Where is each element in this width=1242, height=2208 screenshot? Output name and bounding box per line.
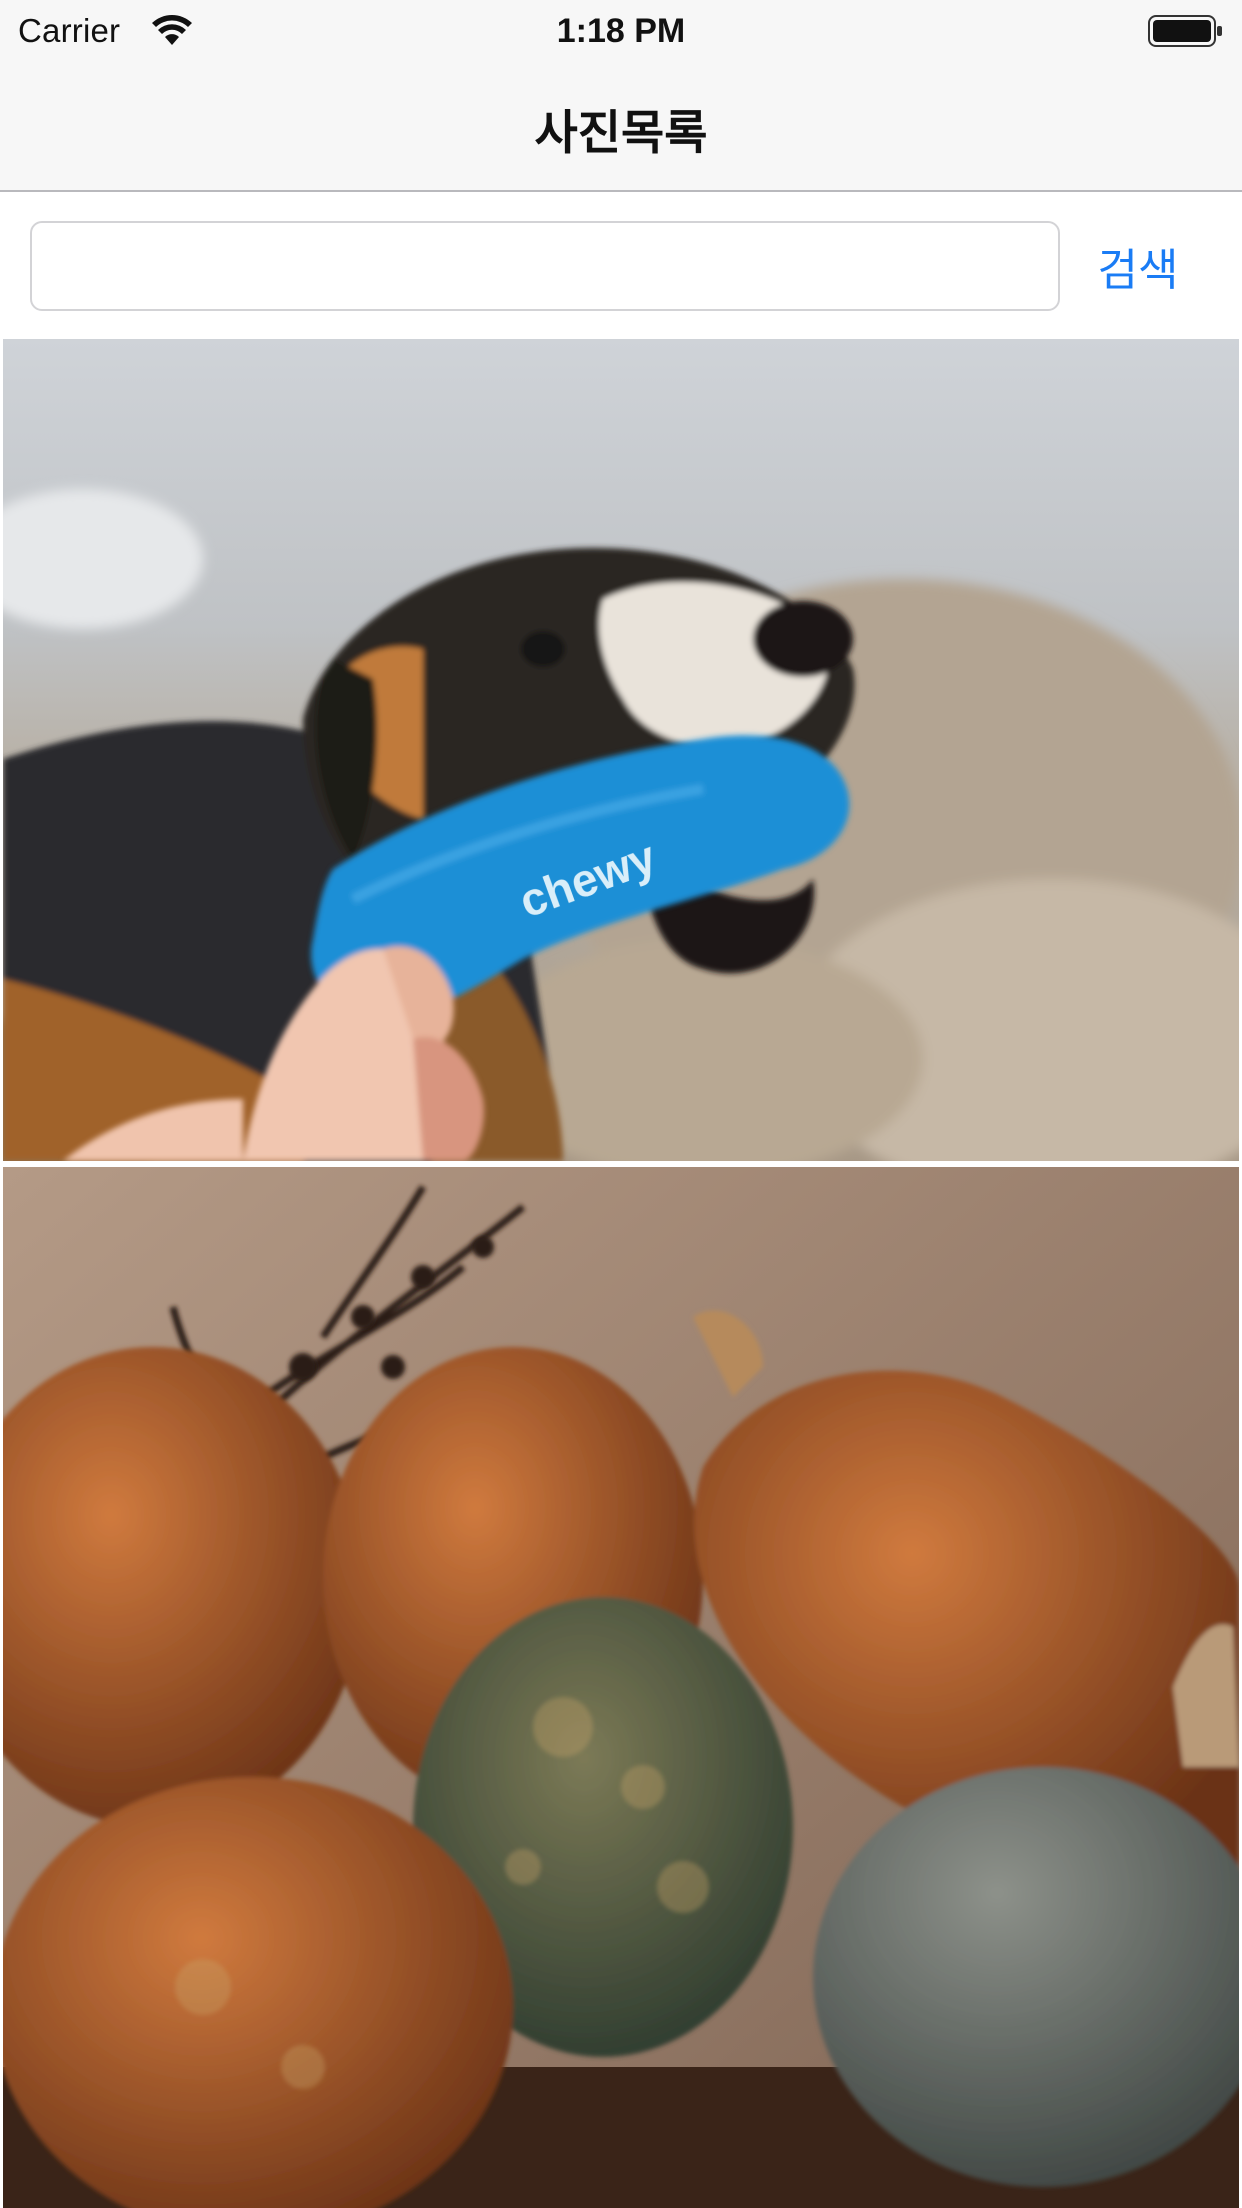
photo-item-pumpkins[interactable] bbox=[3, 1167, 1239, 2208]
battery-full-icon bbox=[1148, 15, 1222, 47]
navigation-bar: 사진목록 bbox=[0, 62, 1242, 192]
status-bar: Carrier 1:18 PM bbox=[0, 0, 1242, 62]
dog-photo-image: chewy bbox=[3, 339, 1239, 1161]
pumpkins-photo-image bbox=[3, 1167, 1239, 2208]
photo-item-dog[interactable]: chewy bbox=[3, 339, 1239, 1161]
search-input[interactable] bbox=[30, 221, 1060, 311]
search-button[interactable]: 검색 bbox=[1078, 221, 1198, 311]
photo-list[interactable]: chewy bbox=[0, 336, 1242, 2208]
page-title: 사진목록 bbox=[534, 106, 708, 159]
status-time: 1:18 PM bbox=[556, 12, 686, 50]
